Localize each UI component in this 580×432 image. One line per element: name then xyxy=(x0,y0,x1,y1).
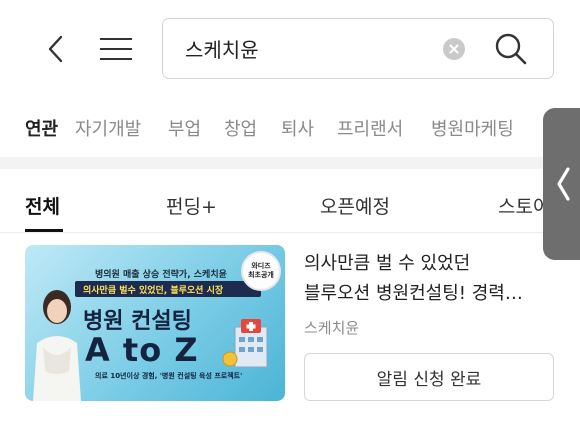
keyword-item[interactable]: 부업 xyxy=(168,115,201,141)
thumbnail-top-text: 병의원 매출 상승 전략가, 스케치윤 xyxy=(95,270,227,280)
search-button[interactable] xyxy=(493,31,529,67)
maker-name[interactable]: 스케치윤 xyxy=(304,317,359,338)
tab-divider xyxy=(0,232,580,233)
search-icon xyxy=(495,33,527,65)
project-thumbnail: 병의원 매출 상승 전략가, 스케치윤 의사만큼 벌수 있었던, 블루오션 시장… xyxy=(25,245,285,401)
keyword-item[interactable]: 창업 xyxy=(224,115,257,141)
first-release-seal: 와디즈 최초공개 xyxy=(241,251,281,291)
top-bar xyxy=(0,0,580,100)
project-title-line-1: 의사만큼 벌 수 있었던 xyxy=(304,253,471,274)
clear-icon xyxy=(449,44,459,54)
search-box xyxy=(162,18,554,79)
clear-button[interactable] xyxy=(443,38,465,60)
project-card[interactable]: 병의원 매출 상승 전략가, 스케치윤 의사만큼 벌수 있었던, 블루오션 시장… xyxy=(0,245,580,405)
thumbnail-big-text: A to Z xyxy=(85,331,199,369)
keyword-item[interactable]: 병원마케팅 xyxy=(431,115,514,141)
menu-button[interactable] xyxy=(100,34,134,64)
seal-line-1: 와디즈 xyxy=(251,262,271,270)
hospital-building-icon xyxy=(222,319,268,368)
side-panel-handle[interactable] xyxy=(543,108,580,260)
thumbnail-band-text: 의사만큼 벌수 있었던, 블루오션 시장 xyxy=(83,286,224,296)
keyword-item[interactable]: 퇴사 xyxy=(281,115,314,141)
keyword-item[interactable]: 자기개발 xyxy=(75,115,141,141)
project-title-line-2: 블루오션 병원컨설팅! 경력… xyxy=(304,283,523,304)
chevron-left-icon xyxy=(557,167,570,201)
tab-coming-soon[interactable]: 오픈예정 xyxy=(320,192,390,219)
back-arrow-icon xyxy=(48,35,63,63)
tab-all[interactable]: 전체 xyxy=(25,192,60,219)
related-keywords: 연관 자기개발 부업 창업 퇴사 프리랜서 병원마케팅 xyxy=(0,105,580,145)
seal-line-2: 최초공개 xyxy=(248,271,274,279)
search-input[interactable] xyxy=(185,33,435,63)
person-illustration xyxy=(33,290,81,401)
related-label: 연관 xyxy=(25,119,59,140)
project-title[interactable]: 의사만큼 벌 수 있었던 블루오션 병원컨설팅! 경력… xyxy=(304,249,544,309)
notify-request-button[interactable]: 알림 신청 완료 xyxy=(304,353,554,401)
keyword-item[interactable]: 프리랜서 xyxy=(337,115,403,141)
back-button[interactable] xyxy=(40,32,70,66)
hamburger-menu-icon xyxy=(100,38,132,40)
section-divider xyxy=(0,157,580,169)
tab-funding[interactable]: 펀딩+ xyxy=(166,192,217,219)
thumbnail-bottom-text: 의료 10년이상 경험, '병원 컨설팅 육성 프로젝트' xyxy=(95,372,243,380)
